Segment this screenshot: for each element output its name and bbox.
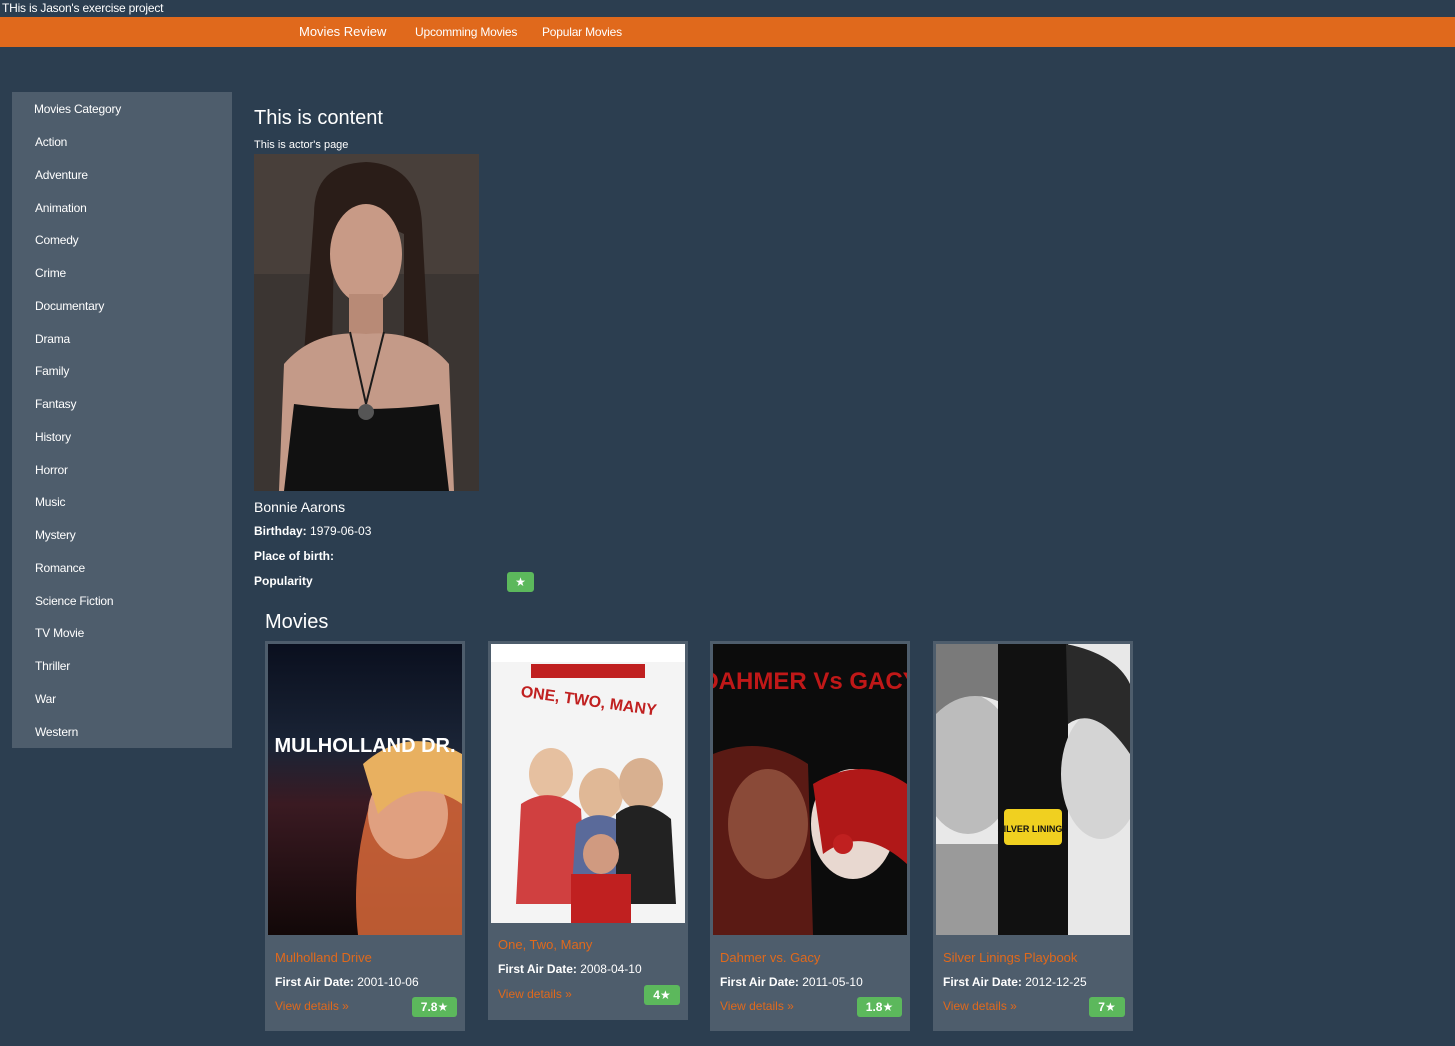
movie-title-link[interactable]: Dahmer vs. Gacy xyxy=(720,950,820,965)
poster-text: DAHMER Vs GACY xyxy=(713,668,907,695)
air-date-value: 2008-04-10 xyxy=(580,962,642,976)
popularity-label: Popularity xyxy=(254,574,313,588)
poster-text: SILVER LININGS xyxy=(998,824,1069,834)
nav-brand-link[interactable]: Movies Review xyxy=(299,24,386,39)
air-date-label: First Air Date: xyxy=(498,962,577,976)
movie-poster[interactable]: MULHOLLAND DR. xyxy=(268,644,462,935)
sidebar-item-documentary[interactable]: Documentary xyxy=(35,299,104,313)
birthday-label: Birthday: xyxy=(254,524,307,538)
air-date-label: First Air Date: xyxy=(943,975,1022,989)
actor-birthday-row: Birthday: 1979-06-03 xyxy=(254,524,371,538)
movie-title-link[interactable]: Mulholland Drive xyxy=(275,950,372,965)
rating-badge: 4★ xyxy=(644,985,680,1005)
actor-photo xyxy=(254,154,479,491)
movie-air-date: First Air Date: 2012-12-25 xyxy=(943,975,1087,989)
sidebar-item-crime[interactable]: Crime xyxy=(35,266,66,280)
movie-card: DAHMER Vs GACY Dahmer vs. Gacy First Air… xyxy=(710,641,910,1031)
content-title: This is content xyxy=(254,107,383,129)
movie-poster[interactable]: DAHMER Vs GACY xyxy=(713,644,907,935)
movie-air-date: First Air Date: 2008-04-10 xyxy=(498,962,642,976)
sidebar-item-war[interactable]: War xyxy=(35,692,56,706)
actor-popularity-row: Popularity xyxy=(254,574,313,588)
sidebar-item-adventure[interactable]: Adventure xyxy=(35,168,88,182)
movie-air-date: First Air Date: 2011-05-10 xyxy=(720,975,863,989)
movie-poster[interactable]: ONE, TWO, MANY xyxy=(491,644,685,923)
sidebar-item-family[interactable]: Family xyxy=(35,364,69,378)
air-date-value: 2012-12-25 xyxy=(1025,975,1087,989)
sidebar-item-western[interactable]: Western xyxy=(35,725,78,739)
project-caption: THis is Jason's exercise project xyxy=(2,1,164,15)
sidebar-item-tv-movie[interactable]: TV Movie xyxy=(35,626,84,640)
sidebar-item-thriller[interactable]: Thriller xyxy=(35,659,70,673)
rating-badge: 1.8★ xyxy=(857,997,902,1017)
actor-name: Bonnie Aarons xyxy=(254,499,346,515)
content-subtitle: This is actor's page xyxy=(254,139,349,151)
movie-title-link[interactable]: One, Two, Many xyxy=(498,937,592,952)
air-date-value: 2011-05-10 xyxy=(802,975,863,989)
sidebar-title: Movies Category xyxy=(34,102,122,116)
sidebar-categories: Movies Category Action Adventure Animati… xyxy=(12,92,232,748)
nav-link-upcoming[interactable]: Upcomming Movies xyxy=(415,25,517,39)
view-details-link[interactable]: View details » xyxy=(498,987,572,1001)
movie-card: ONE, TWO, MANY One, Two, Many First Air … xyxy=(488,641,688,1020)
sidebar-item-romance[interactable]: Romance xyxy=(35,561,85,575)
movie-card: SILVER LININGS Silver Linings Playbook F… xyxy=(933,641,1133,1031)
sidebar-item-drama[interactable]: Drama xyxy=(35,332,70,346)
movie-card: MULHOLLAND DR. Mulholland Drive First Ai… xyxy=(265,641,465,1031)
view-details-link[interactable]: View details » xyxy=(943,999,1017,1013)
sidebar-item-history[interactable]: History xyxy=(35,430,71,444)
navbar: Movies Review Upcomming Movies Popular M… xyxy=(0,17,1455,47)
sidebar-item-science-fiction[interactable]: Science Fiction xyxy=(35,594,114,608)
rating-badge: 7★ xyxy=(1089,997,1125,1017)
actor-place-row: Place of birth: xyxy=(254,549,334,563)
movie-poster[interactable]: SILVER LININGS xyxy=(936,644,1130,935)
rating-badge: 7.8★ xyxy=(412,997,457,1017)
sidebar-item-animation[interactable]: Animation xyxy=(35,201,87,215)
nav-link-popular[interactable]: Popular Movies xyxy=(542,25,622,39)
air-date-value: 2001-10-06 xyxy=(357,975,419,989)
air-date-label: First Air Date: xyxy=(720,975,799,989)
popularity-badge: ★ xyxy=(507,572,534,592)
poster-text: MULHOLLAND DR. xyxy=(274,735,455,757)
sidebar-item-fantasy[interactable]: Fantasy xyxy=(35,397,76,411)
sidebar-item-mystery[interactable]: Mystery xyxy=(35,528,76,542)
movie-air-date: First Air Date: 2001-10-06 xyxy=(275,975,419,989)
movies-heading: Movies xyxy=(265,611,329,633)
sidebar-item-action[interactable]: Action xyxy=(35,135,67,149)
sidebar-item-comedy[interactable]: Comedy xyxy=(35,233,79,247)
movie-title-link[interactable]: Silver Linings Playbook xyxy=(943,950,1077,965)
place-of-birth-label: Place of birth: xyxy=(254,549,335,563)
birthday-value: 1979-06-03 xyxy=(310,524,372,538)
view-details-link[interactable]: View details » xyxy=(275,999,349,1013)
view-details-link[interactable]: View details » xyxy=(720,999,794,1013)
sidebar-item-horror[interactable]: Horror xyxy=(35,463,68,477)
air-date-label: First Air Date: xyxy=(275,975,354,989)
sidebar-item-music[interactable]: Music xyxy=(35,495,66,509)
